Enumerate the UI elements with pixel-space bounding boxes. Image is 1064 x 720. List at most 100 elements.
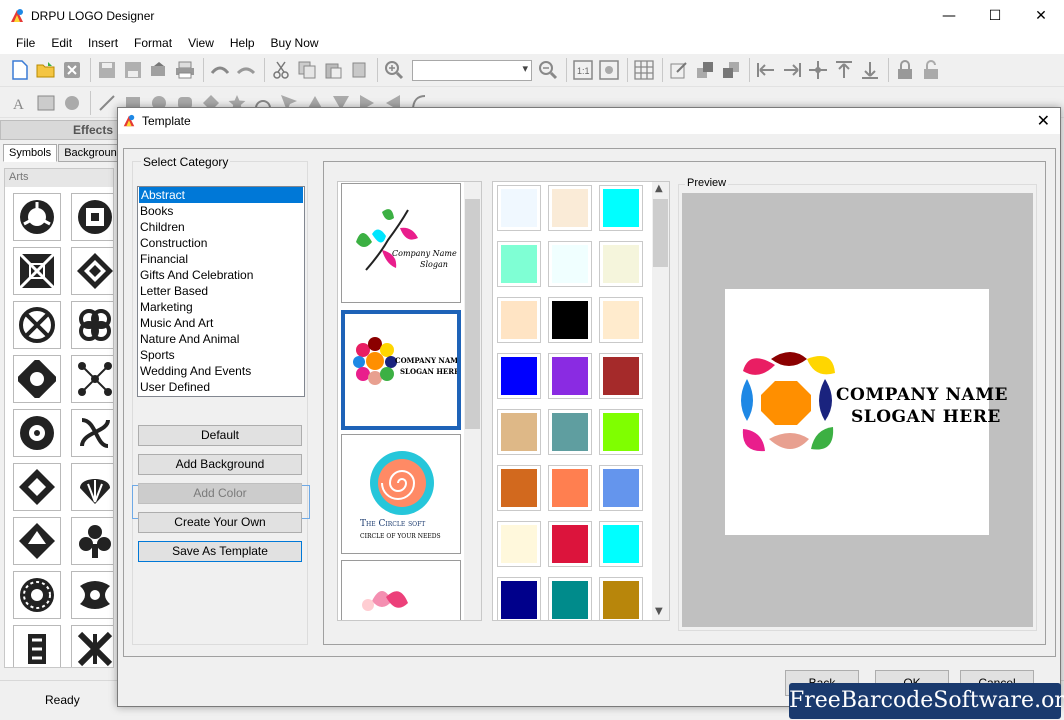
align-center-icon[interactable]: [806, 58, 830, 82]
redo-icon[interactable]: [234, 58, 258, 82]
color-swatch[interactable]: [497, 241, 541, 287]
bring-front-icon[interactable]: [693, 58, 717, 82]
menu-format[interactable]: Format: [126, 36, 180, 50]
category-item-user-defined[interactable]: User Defined: [138, 379, 304, 395]
align-top-icon[interactable]: [832, 58, 856, 82]
paste-icon[interactable]: [321, 58, 345, 82]
art-symbol[interactable]: [71, 247, 113, 295]
color-swatch[interactable]: [548, 353, 592, 399]
text-tool-icon[interactable]: A: [8, 91, 32, 115]
add-color-button[interactable]: Add Color: [138, 483, 302, 504]
zoom-in-icon[interactable]: [382, 58, 406, 82]
color-swatch[interactable]: [599, 297, 643, 343]
color-swatch[interactable]: [599, 353, 643, 399]
category-listbox[interactable]: Abstract Books Children Construction Fin…: [137, 186, 305, 397]
actual-size-icon[interactable]: 1:1: [571, 58, 595, 82]
color-swatch[interactable]: [497, 185, 541, 231]
color-swatch[interactable]: [548, 465, 592, 511]
art-symbol[interactable]: [71, 625, 113, 667]
align-left-icon[interactable]: [754, 58, 778, 82]
art-symbol[interactable]: [13, 571, 61, 619]
color-swatch[interactable]: [497, 577, 541, 620]
color-swatch[interactable]: [548, 577, 592, 620]
save-icon[interactable]: [95, 58, 119, 82]
category-item-wedding-and-events[interactable]: Wedding And Events: [138, 363, 304, 379]
cut-icon[interactable]: [269, 58, 293, 82]
color-swatch[interactable]: [497, 521, 541, 567]
color-list-scrollbar[interactable]: ▲ ▼: [652, 182, 669, 620]
category-item-nature-and-animal[interactable]: Nature And Animal: [138, 331, 304, 347]
art-symbol[interactable]: [13, 463, 61, 511]
image-tool-icon[interactable]: [34, 91, 58, 115]
color-swatch[interactable]: [599, 521, 643, 567]
close-button[interactable]: ✕: [1018, 0, 1064, 32]
color-swatch[interactable]: [599, 185, 643, 231]
grid-icon[interactable]: [632, 58, 656, 82]
art-symbol[interactable]: [13, 247, 61, 295]
add-background-button[interactable]: Add Background: [138, 454, 302, 475]
new-file-icon[interactable]: [8, 58, 32, 82]
category-item-music-and-art[interactable]: Music And Art: [138, 315, 304, 331]
category-item-abstract[interactable]: Abstract: [139, 187, 303, 203]
art-symbol[interactable]: [13, 625, 61, 667]
minimize-button[interactable]: —: [926, 0, 972, 32]
template-thumbnail-selected[interactable]: COMPANY NAME SLOGAN HERE: [341, 310, 461, 430]
art-symbol[interactable]: [71, 571, 113, 619]
tab-background[interactable]: Backgroun: [58, 144, 123, 162]
art-symbol[interactable]: [13, 193, 61, 241]
template-thumbnail[interactable]: [341, 560, 461, 620]
print-icon[interactable]: [173, 58, 197, 82]
color-swatch[interactable]: [548, 241, 592, 287]
paste-special-icon[interactable]: [347, 58, 371, 82]
tab-symbols[interactable]: Symbols: [3, 144, 58, 162]
color-swatch[interactable]: [599, 241, 643, 287]
align-bottom-icon[interactable]: [858, 58, 882, 82]
color-swatch[interactable]: [497, 465, 541, 511]
save-as-template-button[interactable]: Save As Template: [138, 541, 302, 562]
menu-view[interactable]: View: [180, 36, 222, 50]
color-swatch[interactable]: [548, 521, 592, 567]
copy-icon[interactable]: [295, 58, 319, 82]
art-symbol[interactable]: [71, 517, 113, 565]
category-item-sports[interactable]: Sports: [138, 347, 304, 363]
template-thumbnail[interactable]: Company Name Slogan: [341, 183, 461, 303]
dialog-close-button[interactable]: ✕: [1037, 111, 1050, 130]
scroll-down-icon[interactable]: ▼: [655, 606, 663, 617]
category-item-marketing[interactable]: Marketing: [138, 299, 304, 315]
edit-properties-icon[interactable]: [667, 58, 691, 82]
art-symbol[interactable]: [71, 409, 113, 457]
color-swatch[interactable]: [548, 297, 592, 343]
line-tool-icon[interactable]: [95, 91, 119, 115]
create-your-own-button[interactable]: Create Your Own: [138, 512, 302, 533]
color-swatch[interactable]: [548, 409, 592, 455]
art-symbol[interactable]: [71, 463, 113, 511]
color-swatch[interactable]: [599, 577, 643, 620]
color-swatch[interactable]: [599, 465, 643, 511]
color-swatch[interactable]: [497, 353, 541, 399]
zoom-out-icon[interactable]: [536, 58, 560, 82]
category-item-books[interactable]: Books: [138, 203, 304, 219]
category-item-financial[interactable]: Financial: [138, 251, 304, 267]
export-icon[interactable]: [147, 58, 171, 82]
art-symbol[interactable]: [13, 355, 61, 403]
scroll-up-icon[interactable]: ▲: [655, 183, 663, 194]
category-item-children[interactable]: Children: [138, 219, 304, 235]
art-symbol[interactable]: [13, 301, 61, 349]
art-symbol[interactable]: [71, 301, 113, 349]
menu-edit[interactable]: Edit: [43, 36, 80, 50]
fit-page-icon[interactable]: [597, 58, 621, 82]
category-item-gifts-and-celebration[interactable]: Gifts And Celebration: [138, 267, 304, 283]
art-symbol[interactable]: [13, 517, 61, 565]
open-folder-icon[interactable]: [34, 58, 58, 82]
color-swatch[interactable]: [497, 409, 541, 455]
symbol-tool-icon[interactable]: [60, 91, 84, 115]
zoom-combobox[interactable]: [412, 59, 532, 81]
menu-buy-now[interactable]: Buy Now: [263, 36, 327, 50]
menu-insert[interactable]: Insert: [80, 36, 126, 50]
lock-icon[interactable]: [893, 58, 917, 82]
color-swatch[interactable]: [548, 185, 592, 231]
default-button[interactable]: Default: [138, 425, 302, 446]
menu-help[interactable]: Help: [222, 36, 263, 50]
template-list-scrollbar[interactable]: [464, 182, 481, 620]
align-right-icon[interactable]: [780, 58, 804, 82]
